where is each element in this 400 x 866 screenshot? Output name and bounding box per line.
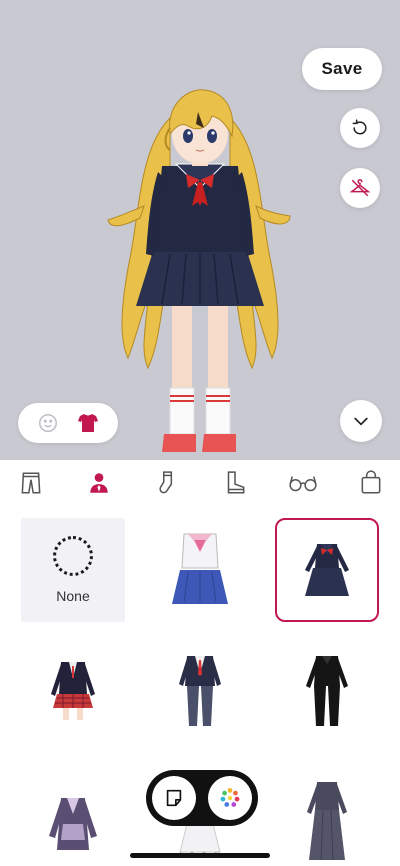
sailor-uniform-icon <box>172 533 228 604</box>
category-tabs <box>0 460 400 506</box>
black-jumpsuit-icon <box>306 656 348 726</box>
hanger-off-icon <box>349 179 371 197</box>
outfit-mode-button[interactable] <box>76 411 100 435</box>
blazer-plaid-skirt-icon <box>51 662 95 720</box>
sticker-icon <box>166 789 182 807</box>
tab-socks[interactable] <box>152 468 182 498</box>
palette-icon <box>220 788 240 807</box>
outfit-item-purple-coat[interactable] <box>21 768 125 866</box>
sticker-button[interactable] <box>152 776 196 820</box>
chevron-down-icon <box>354 417 368 426</box>
reset-button[interactable] <box>340 108 380 148</box>
outfit-item-navy-dress[interactable] <box>275 518 379 622</box>
avatar-character[interactable] <box>100 88 300 460</box>
tab-bottoms[interactable] <box>16 468 46 498</box>
tab-shoes[interactable] <box>220 468 250 498</box>
mode-toggle <box>18 403 118 443</box>
grey-long-dress-icon <box>307 782 347 861</box>
color-palette-button[interactable] <box>208 776 252 820</box>
tab-outfits[interactable] <box>84 468 114 498</box>
outfit-item-suit[interactable] <box>148 638 252 742</box>
outfit-item-grey-dress[interactable] <box>275 768 379 866</box>
face-icon <box>38 414 57 432</box>
outfit-item-jumpsuit[interactable] <box>275 638 379 742</box>
pants-icon <box>21 472 41 494</box>
outfit-item-blazer-skirt[interactable] <box>21 638 125 742</box>
outfit-item-sailor[interactable] <box>148 518 252 622</box>
tab-bags[interactable] <box>356 468 386 498</box>
tab-accessories[interactable] <box>288 468 318 498</box>
avatar-preview-stage[interactable]: Save <box>0 0 400 460</box>
none-label: None <box>56 588 90 604</box>
bottom-action-bar <box>146 770 258 826</box>
rotate-ccw-icon <box>352 119 367 135</box>
suit-red-tie-icon <box>179 656 221 726</box>
navy-dress-ribbon-icon <box>305 544 349 596</box>
home-indicator <box>130 853 270 858</box>
save-button[interactable]: Save <box>302 48 382 90</box>
sock-icon <box>159 471 173 494</box>
glasses-icon <box>289 476 317 492</box>
collapse-panel-button[interactable] <box>340 400 382 442</box>
outfit-item-none[interactable]: None <box>21 518 125 622</box>
empty-circle-icon <box>53 536 93 576</box>
bag-icon <box>361 470 381 494</box>
shirt-icon <box>77 414 98 432</box>
hide-clothes-button[interactable] <box>340 168 380 208</box>
boot-icon <box>227 471 245 494</box>
person-icon <box>90 473 108 493</box>
purple-coat-icon <box>49 798 97 850</box>
face-mode-button[interactable] <box>37 412 59 434</box>
